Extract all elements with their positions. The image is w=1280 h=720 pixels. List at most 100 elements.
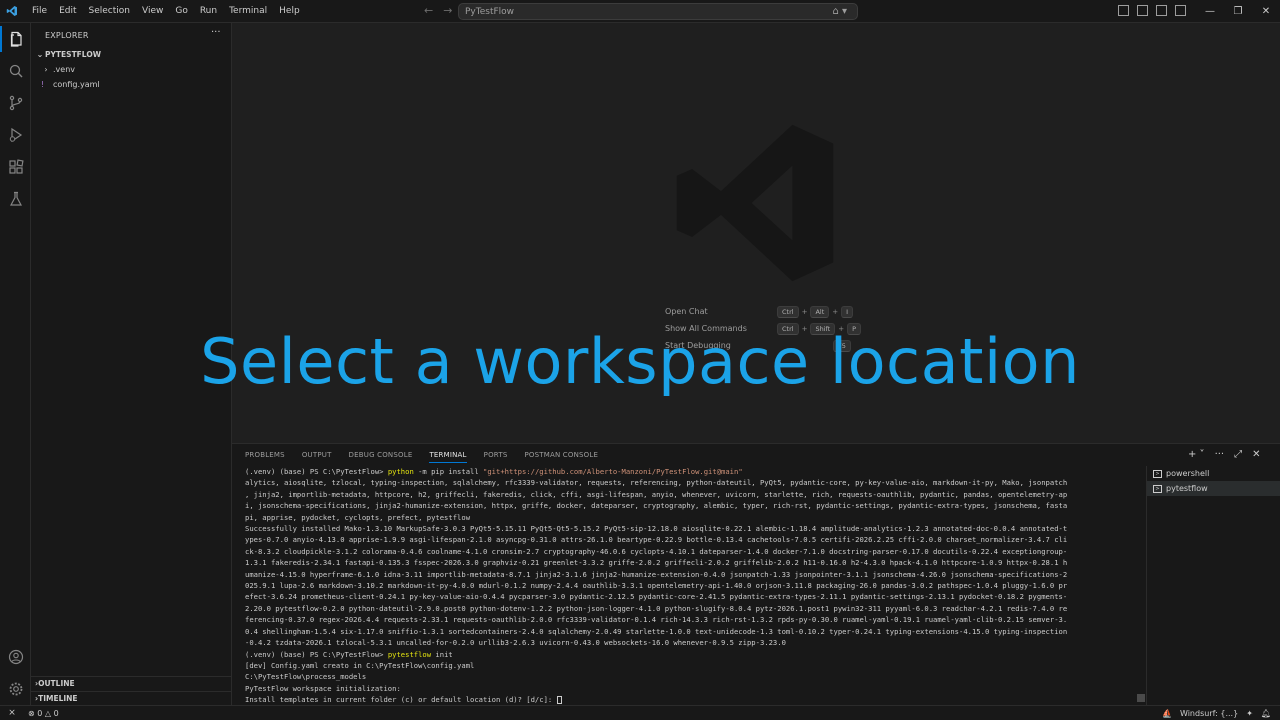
- terminal-instance-powershell[interactable]: > powershell: [1147, 466, 1280, 481]
- terminal-text: C:\PyTestFlow\process_models: [245, 672, 367, 682]
- terminal-text: alytics, aiosqlite, tzlocal, typing-insp…: [245, 478, 1068, 488]
- menu-view[interactable]: View: [136, 0, 169, 23]
- toggle-panel-icon[interactable]: [1156, 5, 1167, 16]
- new-terminal-plus-icon[interactable]: + ˅: [1188, 449, 1205, 460]
- minimize-icon[interactable]: —: [1196, 0, 1224, 23]
- run-debug-icon[interactable]: [0, 122, 31, 148]
- windsurf-status[interactable]: Windsurf: {...}: [1180, 709, 1238, 718]
- error-count: 0: [37, 708, 43, 718]
- terminal-text: 2.20.0 pytestflow-0.2.0 python-dateutil-…: [245, 603, 1068, 613]
- toggle-secondary-sidebar-icon[interactable]: [1175, 5, 1186, 16]
- explorer-icon[interactable]: [0, 26, 31, 52]
- terminal-text: 0.4 shellingham-1.5.4 six-1.17.0 sniffio…: [245, 626, 1068, 636]
- menu-selection[interactable]: Selection: [83, 0, 136, 23]
- panel-tabs: PROBLEMS OUTPUT DEBUG CONSOLE TERMINAL P…: [245, 451, 615, 463]
- more-actions-icon[interactable]: ···: [1215, 449, 1225, 460]
- close-icon[interactable]: ✕: [1252, 0, 1280, 23]
- account-icon[interactable]: [0, 644, 31, 670]
- tab-postman-console[interactable]: POSTMAN CONSOLE: [524, 451, 598, 463]
- terminal-instance-list: > powershell > pytestflow: [1146, 466, 1280, 706]
- testing-icon[interactable]: [0, 186, 31, 212]
- tree-item-label: config.yaml: [53, 79, 100, 89]
- customize-layout-icon[interactable]: [1118, 5, 1129, 16]
- terminal-prompt: (.venv) (base) PS C:\PyTestFlow>: [245, 649, 388, 659]
- terminal-text: ypes-0.7.0 anyio-4.13.0 apprise-1.9.9 as…: [245, 535, 1068, 545]
- forward-arrow-icon[interactable]: →: [443, 4, 452, 17]
- terminal-line: 1.3.1 fakeredis-2.34.1 fastapi-0.135.3 f…: [245, 557, 1135, 568]
- close-panel-icon[interactable]: ✕: [1252, 449, 1260, 460]
- scrollbar-thumb[interactable]: [1137, 694, 1145, 702]
- overlay-caption: Select a workspace location: [200, 325, 1080, 398]
- command-center-label: PyTestFlow: [465, 6, 515, 17]
- terminal-text: [dev] Config.yaml creato in C:\PyTestFlo…: [245, 660, 475, 670]
- problems-indicator[interactable]: ⊗ 0 △ 0: [28, 709, 59, 718]
- terminal-args: -m pip install: [413, 467, 484, 476]
- menu-run[interactable]: Run: [194, 0, 223, 23]
- workspace-root-label: PYTESTFLOW: [45, 49, 101, 59]
- terminal-icon: >: [1153, 484, 1162, 493]
- remote-indicator-icon[interactable]: ⨯: [0, 708, 24, 718]
- terminal-instance-label: pytestflow: [1166, 484, 1208, 493]
- copilot-icon[interactable]: ⌂ ▾: [832, 6, 847, 17]
- timeline-label: TIMELINE: [38, 694, 78, 703]
- more-actions-icon[interactable]: ···: [211, 27, 221, 38]
- layout-controls: [1118, 5, 1186, 16]
- warning-count: 0: [53, 708, 59, 718]
- terminal-string: "git+https://github.com/Alberto-Manzoni/…: [483, 467, 743, 476]
- terminal-line: 025.9.1 lupa-2.6 markdown-3.10.2 markdow…: [245, 580, 1135, 591]
- terminal-text: , jinja2, importlib-metadata, httpcore, …: [245, 489, 1068, 499]
- title-nav: ← →: [424, 4, 452, 17]
- terminal-command: python: [387, 467, 414, 476]
- restore-icon[interactable]: ❐: [1224, 0, 1252, 23]
- tab-ports[interactable]: PORTS: [484, 451, 508, 463]
- terminal-output[interactable]: (.venv) (base) PS C:\PyTestFlow> python …: [245, 466, 1135, 706]
- terminal-text: i, jsonschema-specifications, jinja2-hum…: [245, 501, 1068, 511]
- copilot-status-icon[interactable]: ✦: [1246, 709, 1253, 718]
- terminal-line: umanize-4.15.0 hyperframe-6.1.0 idna-3.1…: [245, 569, 1135, 580]
- menu-edit[interactable]: Edit: [53, 0, 82, 23]
- terminal-line: PyTestFlow workspace initialization:: [245, 683, 1135, 694]
- windsurf-icon: ⛵: [1162, 709, 1172, 718]
- warning-icon: △: [44, 708, 52, 718]
- menu-file[interactable]: File: [26, 0, 53, 23]
- menu-terminal[interactable]: Terminal: [223, 0, 273, 23]
- terminal-prompt: (.venv) (base) PS C:\PyTestFlow>: [245, 467, 388, 476]
- maximize-panel-icon[interactable]: ⤢: [1234, 449, 1242, 460]
- terminal-cursor: [556, 696, 562, 705]
- workspace-root[interactable]: ⌄ PYTESTFLOW: [31, 47, 231, 61]
- search-icon[interactable]: [0, 58, 31, 84]
- shortcut-open-chat[interactable]: Open Chat Ctrl + Alt + I: [665, 303, 865, 320]
- menu-bar: File Edit Selection View Go Run Terminal…: [26, 0, 306, 23]
- settings-gear-icon[interactable]: [0, 676, 31, 702]
- tab-terminal[interactable]: TERMINAL: [429, 451, 467, 463]
- tree-item-config-yaml[interactable]: ! config.yaml: [31, 77, 231, 91]
- back-arrow-icon[interactable]: ←: [424, 4, 433, 17]
- terminal-line: efect-3.6.24 prometheus-client-0.24.1 py…: [245, 591, 1135, 602]
- terminal-text: 025.9.1 lupa-2.6 markdown-3.10.2 markdow…: [245, 581, 1068, 591]
- terminal-line: (.venv) (base) PS C:\PyTestFlow> pytestf…: [245, 649, 1135, 660]
- terminal-text: ferencing-0.37.0 regex-2026.4.4 requests…: [245, 615, 1068, 625]
- terminal-instance-label: powershell: [1166, 469, 1210, 478]
- extensions-icon[interactable]: [0, 154, 31, 180]
- toggle-sidebar-icon[interactable]: [1137, 5, 1148, 16]
- terminal-scrollbar[interactable]: [1137, 466, 1145, 702]
- menu-help[interactable]: Help: [273, 0, 306, 23]
- notifications-bell-icon[interactable]: 🔔︎: [1261, 709, 1271, 718]
- terminal-text: umanize-4.15.0 hyperframe-6.1.0 idna-3.1…: [245, 569, 1068, 579]
- status-right: ⛵ Windsurf: {...} ✦ 🔔︎: [1162, 706, 1271, 720]
- outline-section[interactable]: › OUTLINE: [31, 676, 231, 690]
- source-control-icon[interactable]: [0, 90, 31, 116]
- terminal-line: 0.4 shellingham-1.5.4 six-1.17.0 sniffio…: [245, 626, 1135, 637]
- tab-output[interactable]: OUTPUT: [302, 451, 332, 463]
- tab-debug-console[interactable]: DEBUG CONSOLE: [349, 451, 413, 463]
- tree-item-venv[interactable]: › .venv: [31, 62, 231, 76]
- terminal-instance-pytestflow[interactable]: > pytestflow: [1147, 481, 1280, 496]
- window-controls: — ❐ ✕: [1196, 0, 1280, 23]
- panel-actions: + ˅ ··· ⤢ ✕: [1188, 449, 1261, 460]
- command-center[interactable]: PyTestFlow ⌂ ▾: [458, 3, 858, 20]
- terminal-text: PyTestFlow workspace initialization:: [245, 683, 401, 693]
- terminal-line: Successfully installed Mako-1.3.10 Marku…: [245, 523, 1135, 534]
- timeline-section[interactable]: › TIMELINE: [31, 691, 231, 705]
- tab-problems[interactable]: PROBLEMS: [245, 451, 285, 463]
- menu-go[interactable]: Go: [169, 0, 193, 23]
